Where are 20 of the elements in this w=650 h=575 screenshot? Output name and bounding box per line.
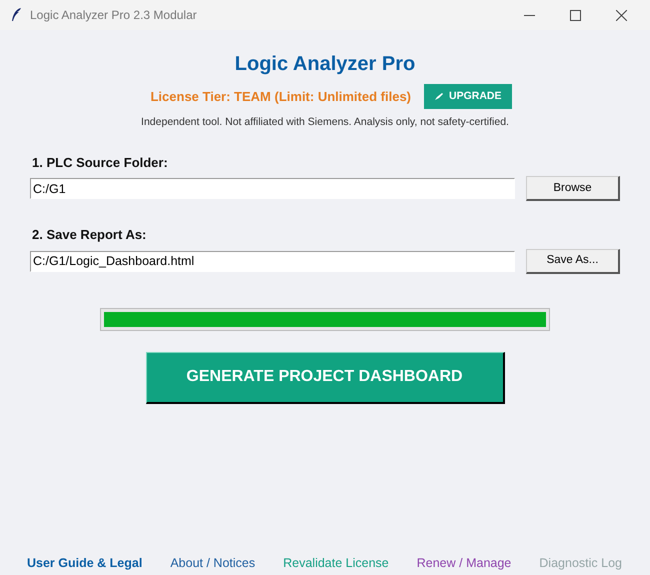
window-title: Logic Analyzer Pro 2.3 Modular [30,7,197,24]
close-icon [616,10,626,20]
field-label: 2. Save Report As: [32,226,148,244]
app-title: Logic Analyzer Pro [234,52,416,77]
footer-link[interactable]: Revalidate License [283,554,389,572]
browse-button[interactable]: Browse [526,176,620,202]
minimize-icon [524,14,534,16]
disclaimer: Independent tool. Not affiliated with Siemens. Analysis only, not safety-certified. [140,115,510,130]
path-field[interactable]: C:/G1 [30,178,515,200]
footer-link[interactable]: User Guide & Legal [27,554,142,572]
license-label: License Tier: TEAM (Limit: Unlimited files) [150,88,411,106]
upgrade-button[interactable]: UPGRADE [424,84,512,109]
field-label: 1. PLC Source Folder: [32,154,169,172]
feather-icon [10,7,22,23]
footer-link[interactable]: Renew / Manage [416,554,512,572]
maximize-icon [570,10,580,20]
save-as-button[interactable]: Save As... [526,248,620,274]
generate-button[interactable]: GENERATE PROJECT DASHBOARD [146,352,504,404]
path-field[interactable]: C:/G1/Logic_Dashboard.html [30,250,515,272]
footer-link[interactable]: About / Notices [170,554,256,572]
